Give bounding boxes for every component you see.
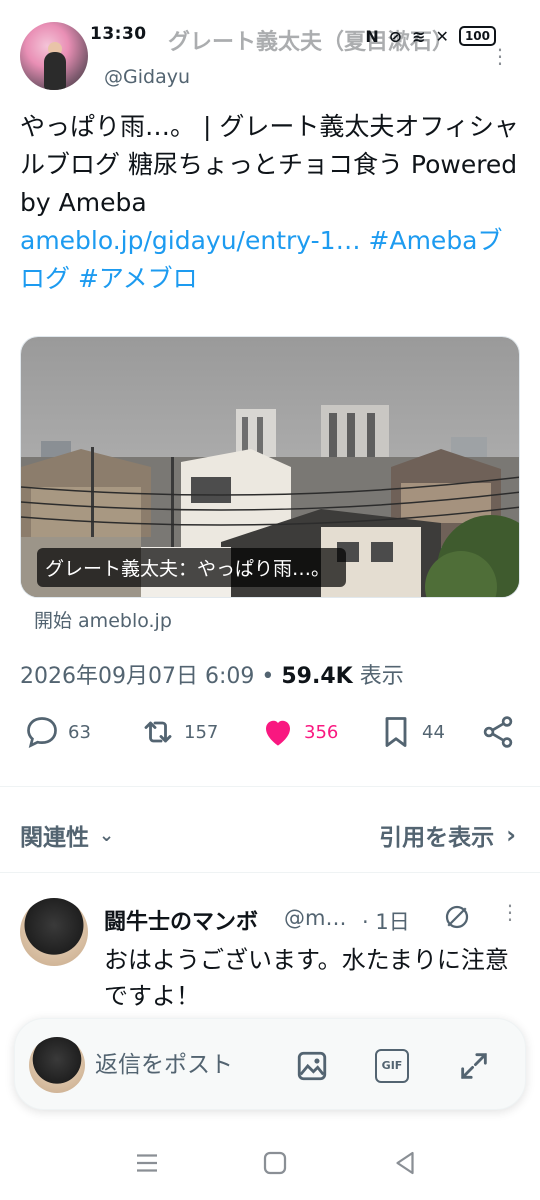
share-icon [483,716,513,748]
system-nav-bar [0,1126,540,1200]
tweet-link[interactable]: ameblo.jp/gidayu/entry-1… [20,226,361,255]
action-bar: 63 157 356 44 [0,714,540,764]
tweet-timestamp: 2026年09月07日 6:09 [20,664,255,689]
tweet-body: やっぱり雨…。 | グレート義太夫オフィシャルブログ 糖尿ちょっとチョコ食う P… [20,112,519,217]
nfc-icon: N [365,26,379,46]
status-clock: 13:30 [90,24,147,44]
sort-relevance-button[interactable]: 関連性 ⌄ [20,818,114,852]
wifi-icon: ≋ [412,26,426,46]
reply-input[interactable] [95,1047,285,1083]
view-label: 表示 [359,664,404,689]
signal-icon: ✕ [435,26,449,46]
view-count: 59.4K [281,664,353,689]
mute-icon: ⊘ [388,26,403,46]
reply-icon [27,717,57,748]
link-preview-card[interactable]: グレート義太夫：やっぱり雨…。 [20,336,520,598]
avatar-body [44,52,66,90]
divider [0,786,540,787]
reply-count: 63 [68,721,91,743]
retweet-button[interactable]: 157 [140,714,218,750]
system-status-icons: N ⊘ ≋ ✕ 100 [365,26,496,46]
sort-label: 関連性 [20,825,89,851]
chevron-right-icon: › [506,821,516,849]
bookmark-count: 44 [422,721,445,743]
status-bar: グレート義太夫（夏目漱石） 13:30 N ⊘ ≋ ✕ 100 ⋮ [0,0,540,90]
like-button[interactable]: 356 [260,714,338,750]
grok-icon[interactable] [442,902,472,936]
retweet-icon [144,721,172,743]
reply-button[interactable]: 63 [24,714,91,750]
divider [0,872,540,873]
bookmark-icon [385,717,407,747]
hashtag-ameburo[interactable]: #アメブロ [78,264,198,293]
composer-avatar [29,1037,85,1093]
author-avatar[interactable] [20,22,88,90]
card-source[interactable]: 開始 ameblo.jp [34,606,172,633]
quotes-label: 引用を表示 [379,825,495,851]
reply-author-handle[interactable]: @m… [284,906,346,930]
like-count: 356 [304,721,339,743]
share-button[interactable] [480,714,516,750]
chevron-down-icon: ⌄ [99,824,115,846]
home-icon[interactable] [260,1148,290,1178]
reply-avatar[interactable] [20,898,88,966]
reply-text: おはようございます。水たまりに注意ですよ！ [104,946,509,1010]
more-options-icon[interactable]: ⋮ [490,44,510,68]
image-icon[interactable] [295,1049,329,1083]
reply-author-name[interactable]: 闘牛士のマンボ [104,904,258,936]
retweet-count: 157 [184,721,219,743]
expand-icon[interactable] [457,1049,491,1083]
battery-icon: 100 [458,26,496,46]
tweet-text: やっぱり雨…。 | グレート義太夫オフィシャルブログ 糖尿ちょっとチョコ食う P… [20,108,520,298]
card-title: グレート義太夫：やっぱり雨…。 [37,548,347,587]
reply-more-icon[interactable]: ⋮ [500,900,520,924]
author-handle[interactable]: @Gidayu [104,66,190,88]
reply-timestamp: · 1日 [362,910,410,934]
view-quotes-link[interactable]: 引用を表示 › [379,818,516,852]
heart-filled-icon [266,720,290,746]
meta-separator: • [261,664,275,689]
recents-icon[interactable] [132,1148,162,1178]
reply-composer: GIF [14,1018,526,1110]
gif-icon[interactable]: GIF [375,1049,409,1083]
bookmark-button[interactable]: 44 [378,714,445,750]
back-icon[interactable] [390,1148,420,1178]
hashtag-ameba[interactable]: #Ameba [369,226,478,255]
tweet-meta: 2026年09月07日 6:09 • 59.4K 表示 [20,658,404,690]
